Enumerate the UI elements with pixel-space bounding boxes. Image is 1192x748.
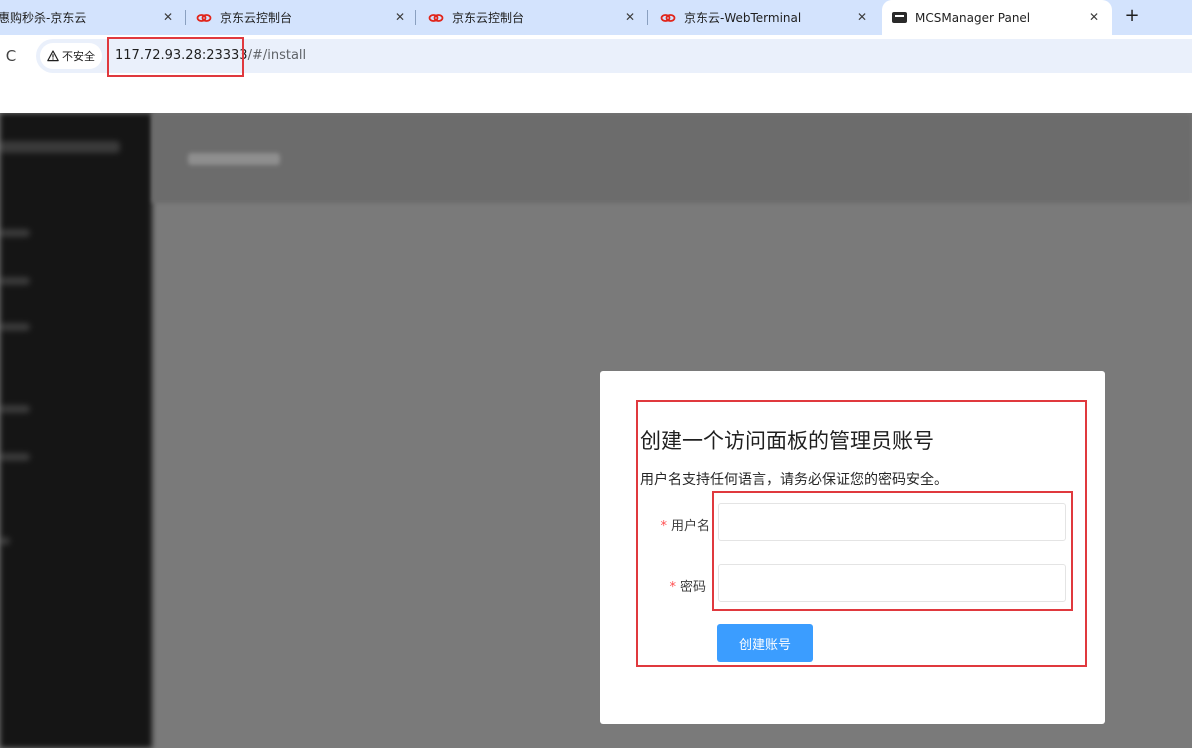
tab-jd-console-1[interactable]: 京东云控制台 ✕ xyxy=(186,0,416,35)
tab-close-icon[interactable]: ✕ xyxy=(854,9,870,25)
tab-title: 惠购秒杀-京东云 xyxy=(0,11,87,25)
new-tab-button[interactable]: + xyxy=(1120,5,1144,29)
blurred-sidebar-item xyxy=(0,277,30,285)
mcsmanager-icon xyxy=(892,12,907,23)
tab-close-icon[interactable]: ✕ xyxy=(160,9,176,25)
page-viewport: 创建一个访问面板的管理员账号 用户名支持任何语言，请务必保证您的密码安全。 * 用… xyxy=(0,113,1192,748)
url-path: /#/install xyxy=(247,48,307,63)
warning-triangle-icon xyxy=(47,50,59,62)
blurred-page-header xyxy=(152,113,1192,203)
tab-title: MCSManager Panel xyxy=(915,10,1031,25)
reload-icon[interactable]: C xyxy=(2,47,20,65)
blurred-sidebar-item xyxy=(0,405,30,413)
jd-cloud-icon xyxy=(428,13,444,22)
tab-title: 京东云控制台 xyxy=(220,11,293,25)
tab-jd-console-2[interactable]: 京东云控制台 ✕ xyxy=(416,0,648,35)
tab-close-icon[interactable]: ✕ xyxy=(1086,9,1102,25)
blurred-sidebar-item xyxy=(0,229,30,237)
blurred-page-title xyxy=(188,153,280,165)
blurred-sidebar-item xyxy=(0,537,10,545)
security-chip[interactable]: 不安全 xyxy=(40,43,102,69)
tab-jd-webterminal[interactable]: 京东云-WebTerminal ✕ xyxy=(648,0,880,35)
blurred-sidebar-logo xyxy=(0,141,120,153)
security-label: 不安全 xyxy=(62,50,95,63)
tab-title: 京东云-WebTerminal xyxy=(684,11,802,25)
tab-close-icon[interactable]: ✕ xyxy=(392,9,408,25)
blurred-sidebar xyxy=(0,113,152,748)
tab-title: 京东云控制台 xyxy=(452,11,525,25)
url-highlight-box xyxy=(107,37,244,77)
jd-cloud-icon xyxy=(660,13,676,22)
browser-tabstrip: 惠购秒杀-京东云 ✕ 京东云控制台 ✕ 京东云控制台 ✕ 京东云-WebTerm… xyxy=(0,0,1192,35)
blurred-sidebar-item xyxy=(0,453,30,461)
blurred-sidebar-item xyxy=(0,323,30,331)
tab-jd-flash-sale[interactable]: 惠购秒杀-京东云 ✕ xyxy=(0,0,186,35)
tab-mcsmanager-panel[interactable]: MCSManager Panel ✕ xyxy=(882,0,1112,35)
jd-cloud-icon xyxy=(196,13,212,22)
install-dialog: 创建一个访问面板的管理员账号 用户名支持任何语言，请务必保证您的密码安全。 * 用… xyxy=(600,371,1105,724)
inputs-highlight-box xyxy=(712,491,1073,611)
tab-close-icon[interactable]: ✕ xyxy=(622,9,638,25)
